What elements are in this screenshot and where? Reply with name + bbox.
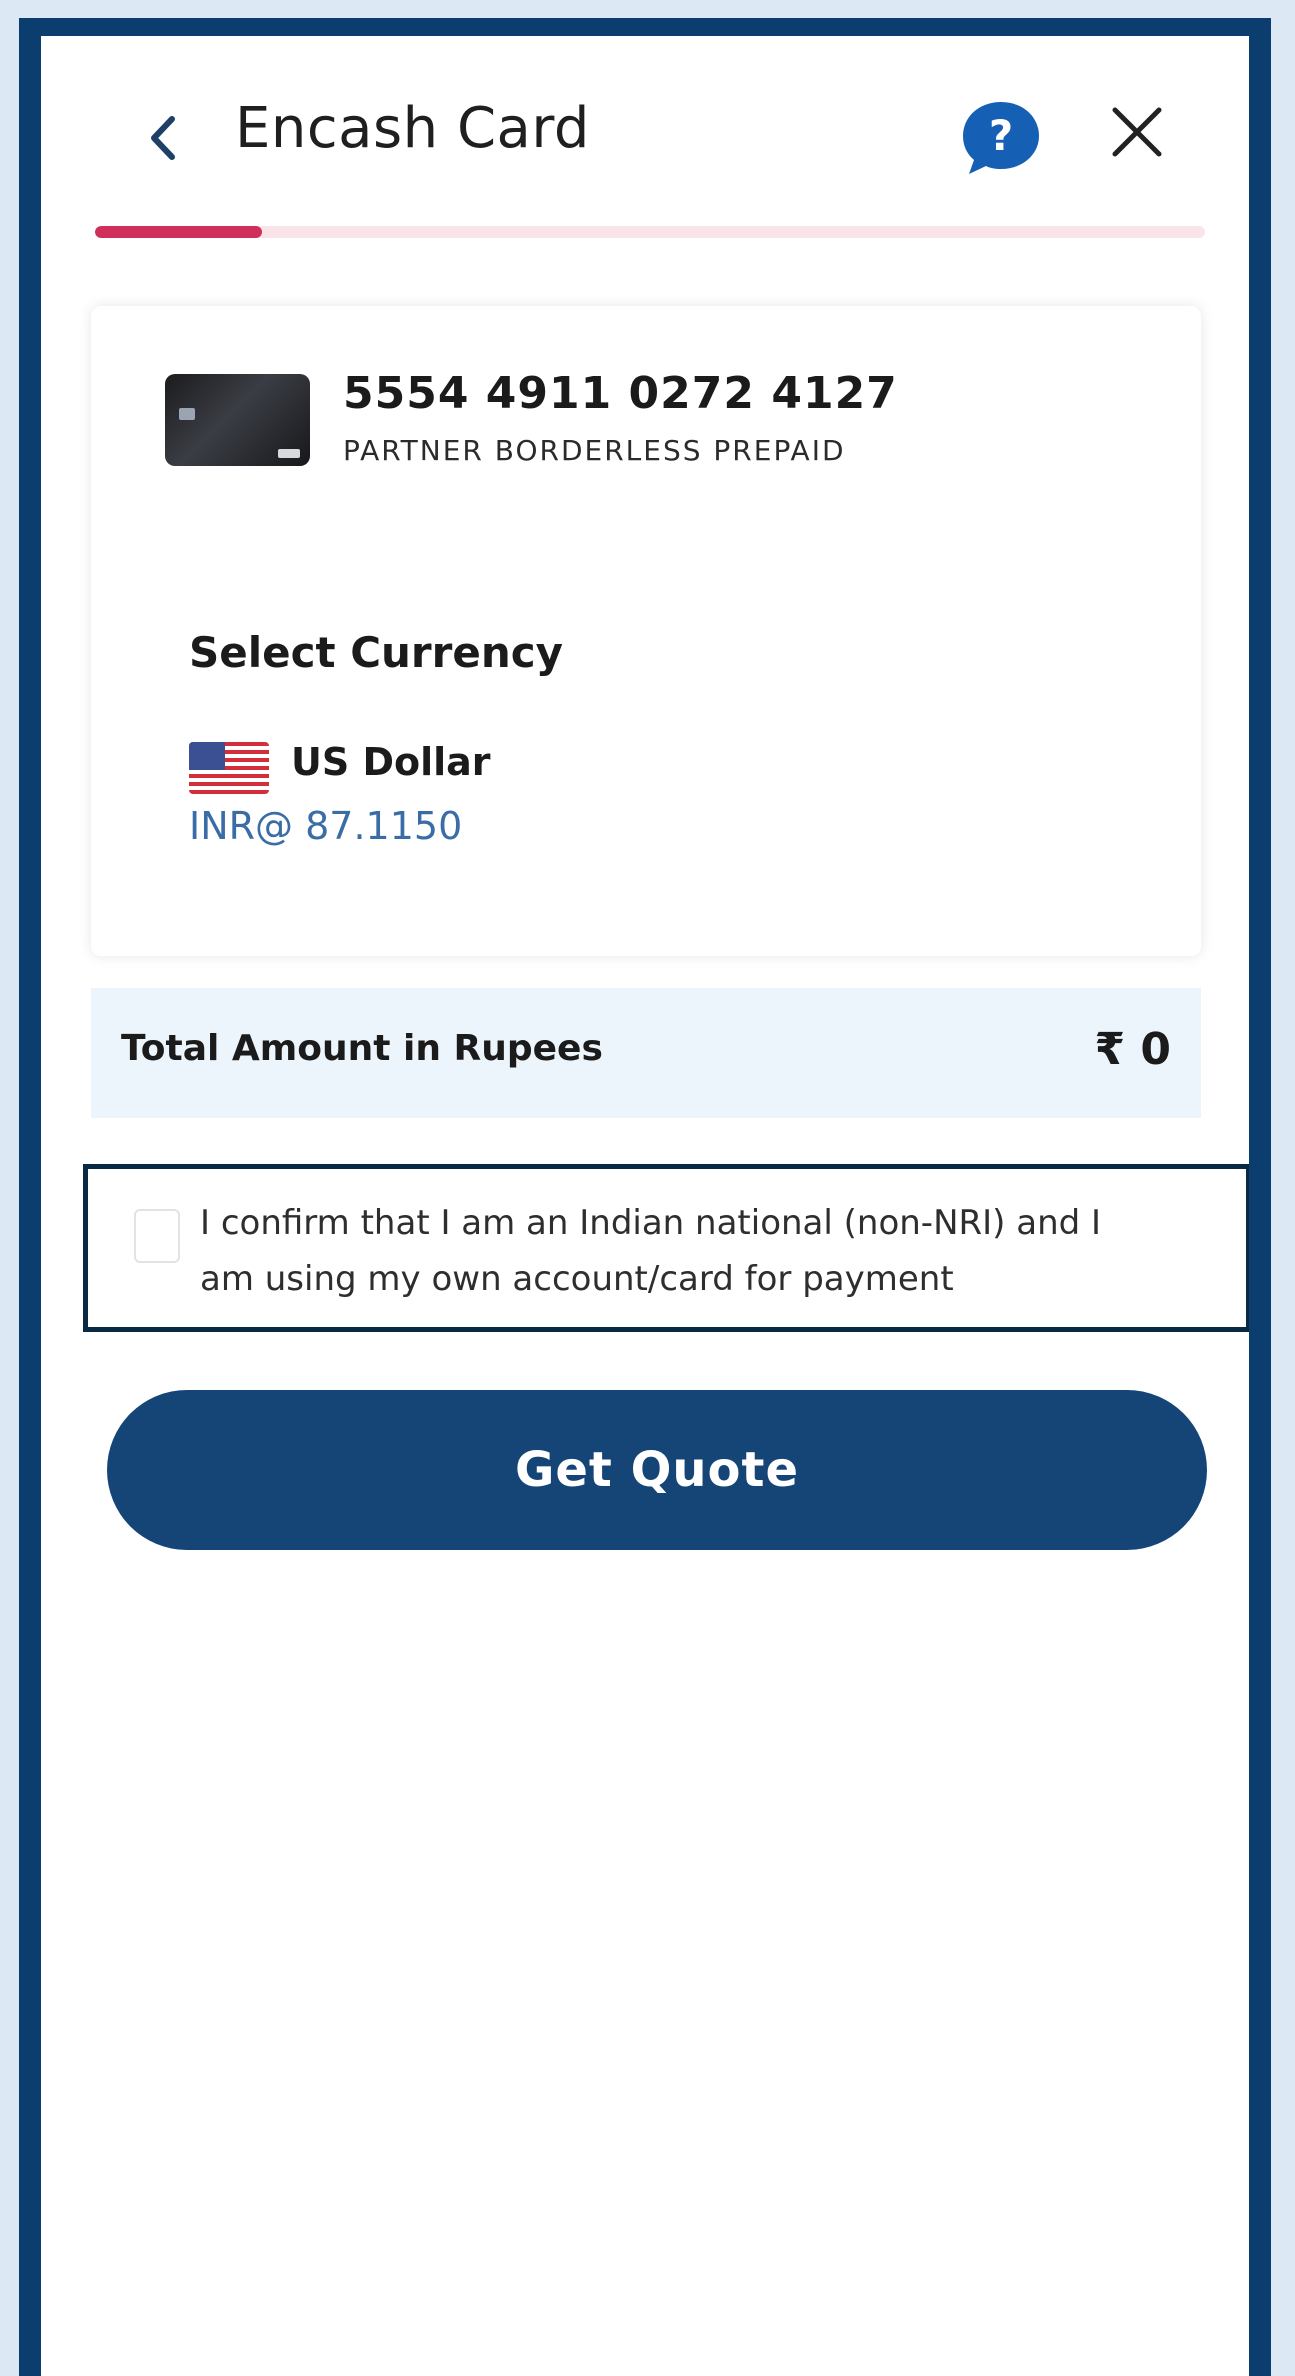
progress-fill: [95, 226, 262, 238]
app-frame: Encash Card ? 5554 4911 0272 4127 PARTNE…: [19, 18, 1271, 2376]
get-quote-button[interactable]: Get Quote: [107, 1390, 1207, 1550]
total-amount-value: ₹ 0: [1094, 1024, 1171, 1075]
help-chat-icon: ?: [963, 102, 1039, 174]
currency-name: US Dollar: [291, 740, 491, 784]
currency-item-usd[interactable]: US Dollar INR@ 87.1150: [171, 726, 711, 866]
consent-text: I confirm that I am an Indian national (…: [200, 1195, 1240, 1307]
currency-rate: INR@ 87.1150: [189, 804, 463, 848]
us-flag-icon: [189, 742, 269, 794]
chevron-left-icon: [151, 116, 175, 160]
card-product-name: PARTNER BORDERLESS PREPAID: [343, 434, 846, 467]
progress-bar: [95, 226, 1205, 238]
total-amount-label: Total Amount in Rupees: [121, 1028, 603, 1069]
card-panel: 5554 4911 0272 4127 PARTNER BORDERLESS P…: [91, 306, 1201, 956]
encash-card-screen: Encash Card ? 5554 4911 0272 4127 PARTNE…: [41, 36, 1249, 2376]
card-chip-icon: [179, 408, 195, 420]
consent-checkbox[interactable]: [134, 1209, 180, 1263]
page-title: Encash Card: [235, 96, 590, 161]
close-button[interactable]: [1105, 100, 1169, 164]
back-button[interactable]: [133, 108, 193, 168]
consent-section: I confirm that I am an Indian national (…: [83, 1164, 1249, 1332]
card-network-logo: [278, 449, 300, 458]
total-amount-bar: Total Amount in Rupees ₹ 0: [91, 988, 1201, 1118]
consent-line-1: I confirm that I am an Indian national (…: [200, 1203, 1102, 1243]
help-button[interactable]: ?: [959, 98, 1043, 178]
close-icon: [1112, 107, 1162, 157]
card-image: [165, 374, 310, 466]
select-currency-heading: Select Currency: [189, 628, 564, 677]
card-number: 5554 4911 0272 4127: [343, 368, 898, 419]
svg-text:?: ?: [989, 111, 1013, 160]
consent-line-2: am using my own account/card for payment: [200, 1259, 954, 1299]
